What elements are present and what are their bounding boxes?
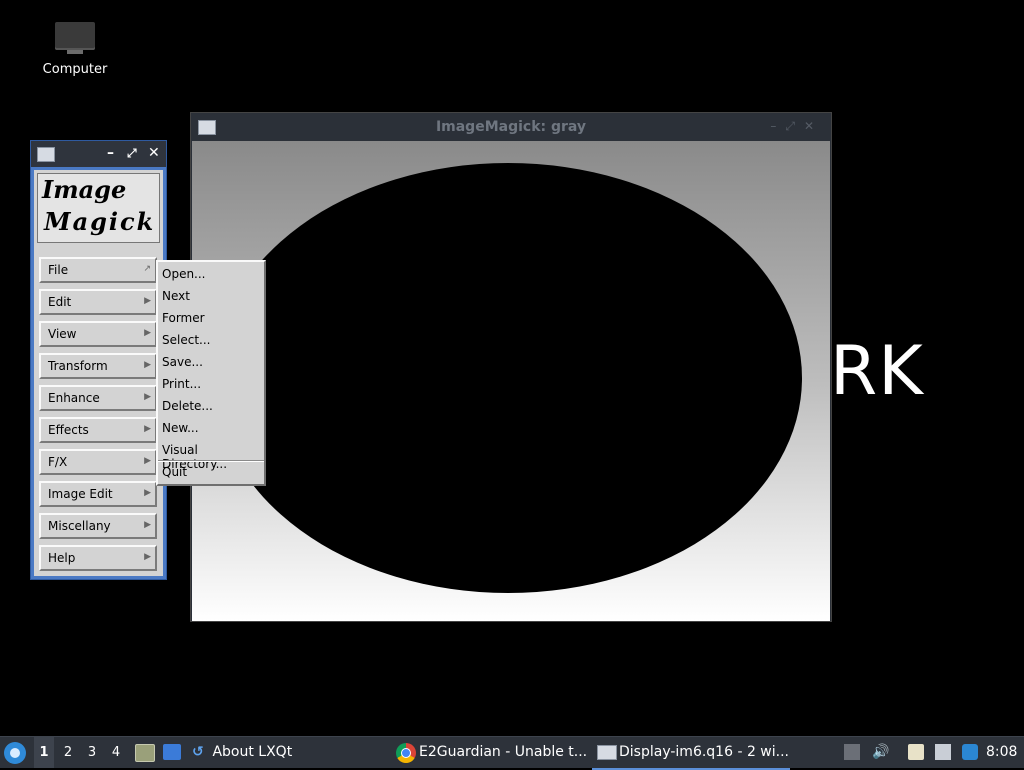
minimize-icon[interactable]: – [770, 119, 785, 133]
menu-button-fx[interactable]: F/X ▶ [39, 449, 157, 475]
chrome-icon [396, 743, 416, 763]
computer-icon [55, 22, 95, 54]
menu-item-next[interactable]: Next [162, 289, 190, 303]
menu-item-former[interactable]: Former [162, 311, 205, 325]
window-icon [597, 745, 617, 760]
menu-button-miscellany[interactable]: Miscellany ▶ [39, 513, 157, 539]
menu-button-view[interactable]: View ▶ [39, 321, 157, 347]
submenu-arrow-icon: ▶ [144, 488, 151, 498]
command-window-titlebar[interactable]: – ⤢ ✕ [31, 141, 166, 167]
menu-button-transform[interactable]: Transform ▶ [39, 353, 157, 379]
lxqt-menu-icon[interactable] [4, 742, 26, 764]
submenu-arrow-icon: ▶ [144, 360, 151, 370]
image-canvas[interactable] [192, 141, 830, 621]
file-manager-icon[interactable] [135, 744, 155, 762]
notification-icon[interactable] [962, 744, 978, 760]
volume-icon[interactable]: 🔊 [872, 744, 889, 760]
command-window: – ⤢ ✕ Image Magick File ↗ Edit ▶ View ▶ Tra… [30, 140, 167, 580]
close-icon[interactable]: ✕ [804, 119, 823, 133]
image-window-title: ImageMagick: gray [435, 119, 587, 135]
minimize-icon[interactable]: – [107, 145, 114, 161]
imagemagick-logo: Image Magick [37, 173, 160, 243]
menu-button-enhance[interactable]: Enhance ▶ [39, 385, 157, 411]
menu-button-image-edit[interactable]: Image Edit ▶ [39, 481, 157, 507]
tray-arrow-icon[interactable] [844, 744, 860, 760]
menu-separator [158, 460, 264, 462]
submenu-arrow-icon: ▶ [144, 520, 151, 530]
command-window-body: Image Magick File ↗ Edit ▶ View ▶ Transform… [34, 170, 163, 576]
submenu-arrow-icon: ▶ [144, 296, 151, 306]
desktop-switch-3[interactable]: 3 [82, 737, 102, 768]
menu-button-help[interactable]: Help ▶ [39, 545, 157, 571]
maximize-icon[interactable]: ⤢ [127, 146, 137, 161]
file-menu-popup: Open... Next Former Select... Save... Pr… [156, 260, 266, 486]
clock[interactable]: 8:08 [986, 737, 1017, 768]
window-app-icon [37, 147, 55, 162]
menu-item-print[interactable]: Print... [162, 377, 201, 391]
submenu-arrow-icon: ▶ [144, 424, 151, 434]
menu-button-effects[interactable]: Effects ▶ [39, 417, 157, 443]
menu-item-open[interactable]: Open... [162, 267, 206, 281]
lxqt-icon: ↺ [192, 744, 204, 760]
image-window-titlebar[interactable]: ImageMagick: gray –⤢✕ [191, 113, 831, 141]
close-icon[interactable]: ✕ [148, 145, 160, 161]
desktop-switch-1[interactable]: 1 [34, 737, 54, 768]
show-desktop-icon[interactable] [163, 744, 181, 760]
background-text: RK [830, 332, 924, 411]
menu-item-new[interactable]: New... [162, 421, 199, 435]
submenu-arrow-icon: ▶ [144, 456, 151, 466]
desktop-switch-4[interactable]: 4 [106, 737, 126, 768]
submenu-arrow-icon: ↗ [143, 264, 151, 274]
desktop-icon-label: Computer [42, 62, 108, 77]
black-ellipse [214, 163, 802, 593]
taskbar: 1 2 3 4 ↺ About LXQt E2Guardian - Unable… [0, 736, 1024, 770]
menu-button-edit[interactable]: Edit ▶ [39, 289, 157, 315]
window-controls[interactable]: –⤢✕ [770, 119, 823, 134]
submenu-arrow-icon: ▶ [144, 552, 151, 562]
submenu-arrow-icon: ▶ [144, 328, 151, 338]
menu-item-save[interactable]: Save... [162, 355, 203, 369]
menu-button-file[interactable]: File ↗ [39, 257, 157, 283]
menu-item-quit[interactable]: Quit [162, 465, 187, 479]
maximize-icon[interactable]: ⤢ [785, 119, 804, 133]
desktop-icon-computer[interactable]: Computer [36, 22, 114, 77]
task-e2guardian[interactable]: E2Guardian - Unable t... [396, 737, 587, 768]
menu-item-select[interactable]: Select... [162, 333, 210, 347]
network-icon[interactable] [935, 744, 951, 760]
task-display-im6[interactable]: Display-im6.q16 - 2 wi... [592, 737, 790, 770]
desktop-switch-2[interactable]: 2 [58, 737, 78, 768]
menu-item-delete[interactable]: Delete... [162, 399, 213, 413]
clipboard-icon[interactable] [908, 744, 924, 760]
image-window: ImageMagick: gray –⤢✕ [190, 112, 832, 622]
submenu-arrow-icon: ▶ [144, 392, 151, 402]
task-about-lxqt[interactable]: ↺ About LXQt [192, 737, 292, 768]
